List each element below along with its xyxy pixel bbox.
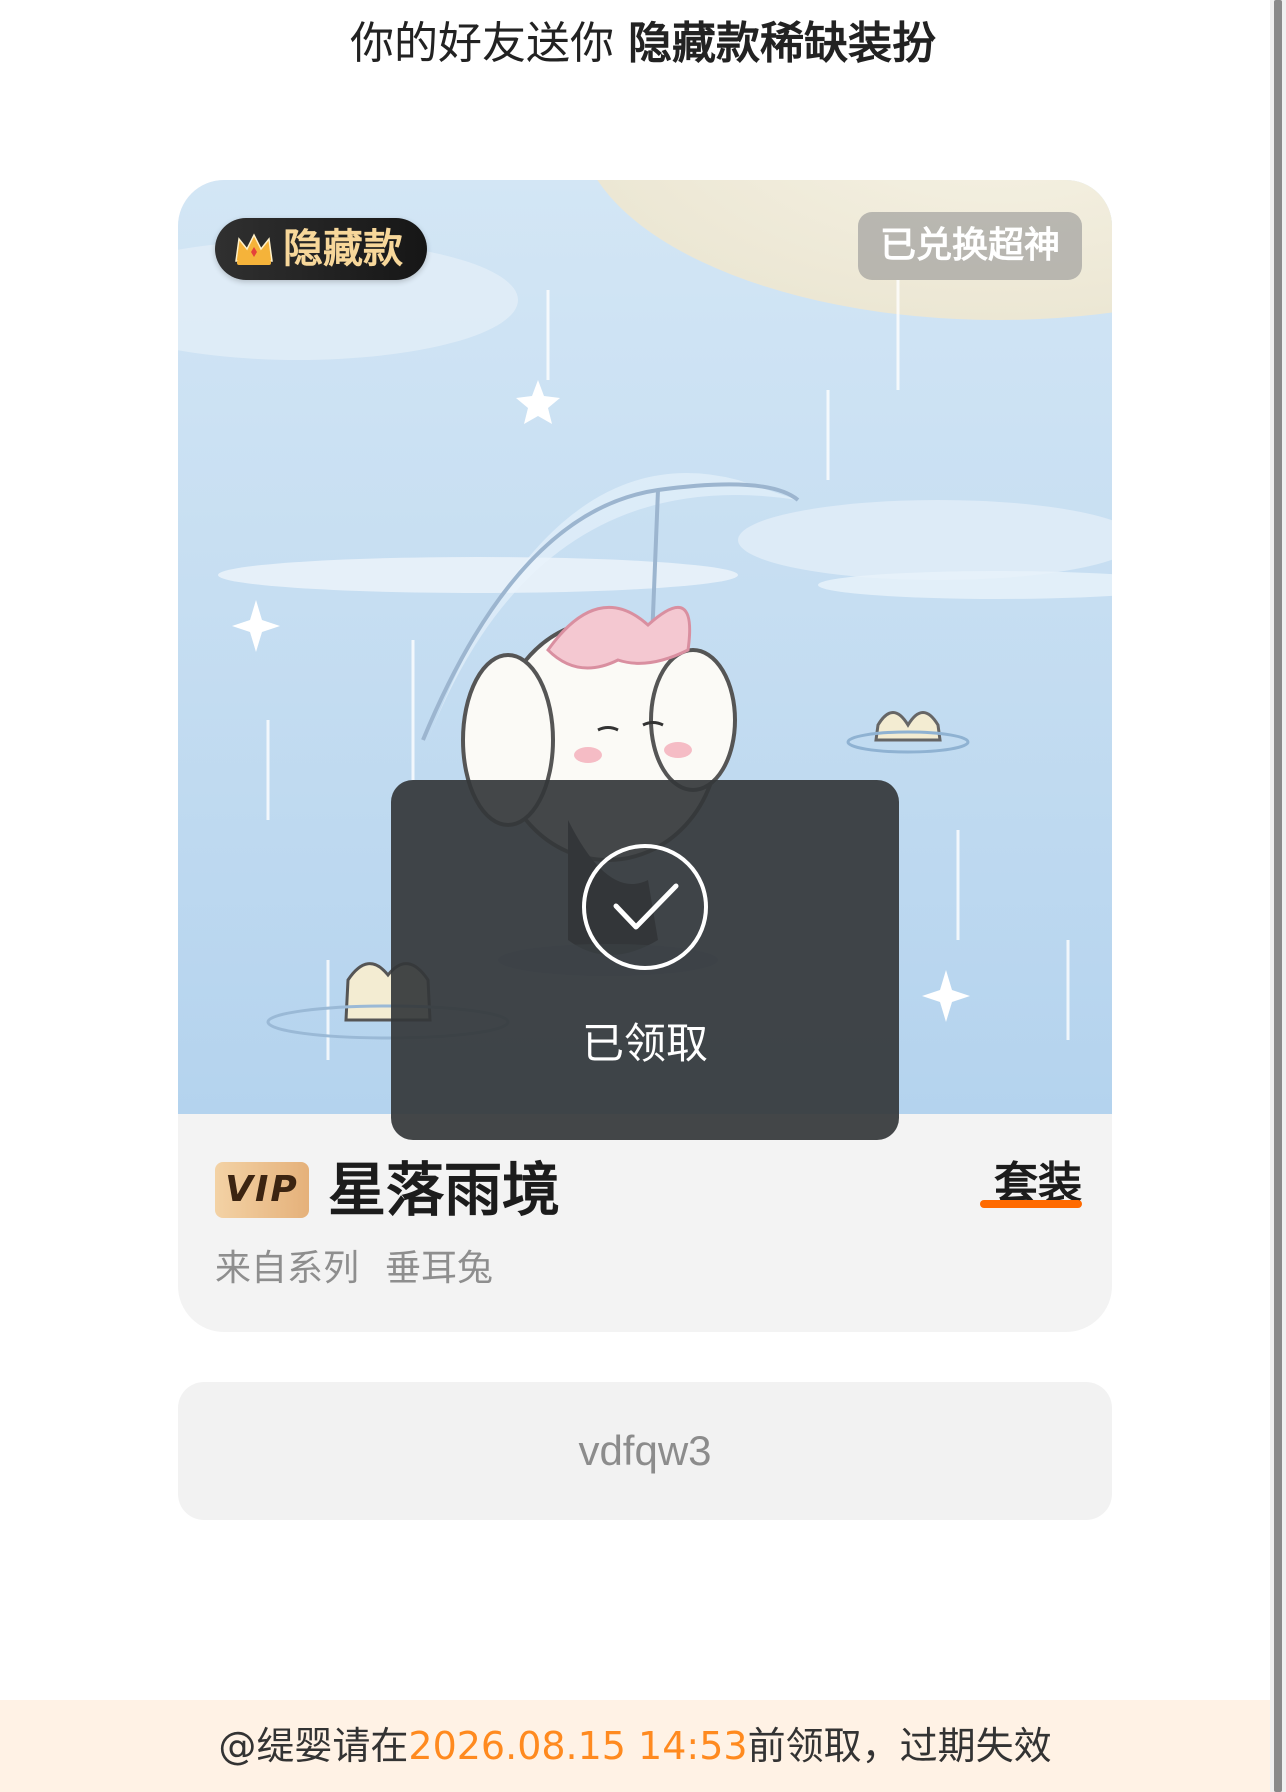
outfit-card[interactable]: 隐藏款 已兑换超神 VIP 星落雨境 套装 来自系列 垂耳兔: [178, 180, 1112, 1332]
scrollbar-thumb[interactable]: [1274, 0, 1282, 1792]
header-highlight: 隐藏款稀缺装扮: [628, 18, 936, 69]
series-info: 来自系列 垂耳兔: [215, 1244, 493, 1294]
header-prefix: 你的好友送你: [350, 18, 614, 69]
series-name[interactable]: 垂耳兔: [385, 1248, 493, 1289]
outfit-info: VIP 星落雨境 套装 来自系列 垂耳兔: [178, 1114, 1112, 1332]
series-label: 来自系列: [215, 1248, 360, 1289]
hidden-edition-badge: 隐藏款: [215, 218, 427, 280]
check-circle-icon: [582, 844, 708, 970]
vip-badge: VIP: [215, 1162, 309, 1218]
gift-header: 你的好友送你 隐藏款稀缺装扮: [0, 14, 1286, 74]
crown-icon: [235, 233, 273, 265]
scrollbar[interactable]: [1270, 0, 1286, 1792]
expiry-notice: @缇婴请在2026.08.15 14:53前领取，过期失效: [0, 1700, 1270, 1792]
expiry-date: 2026.08.15 14:53: [408, 1724, 748, 1768]
expiry-prefix: @缇婴请在: [218, 1724, 409, 1768]
toast-message: 已领取: [581, 1019, 708, 1068]
type-tag-underline: [980, 1200, 1082, 1208]
hidden-badge-label: 隐藏款: [283, 226, 403, 272]
page: 你的好友送你 隐藏款稀缺装扮 隐藏款 已兑换超神 VIP 星落雨境 套装 来自系…: [0, 0, 1270, 1792]
exchanged-status-badge: 已兑换超神: [857, 212, 1082, 280]
expiry-suffix: 前领取，过期失效: [747, 1724, 1052, 1768]
outfit-title: 星落雨境: [328, 1156, 561, 1224]
claimed-toast: 已领取: [391, 780, 899, 1140]
redeem-code-box[interactable]: vdfqw3: [178, 1382, 1112, 1520]
